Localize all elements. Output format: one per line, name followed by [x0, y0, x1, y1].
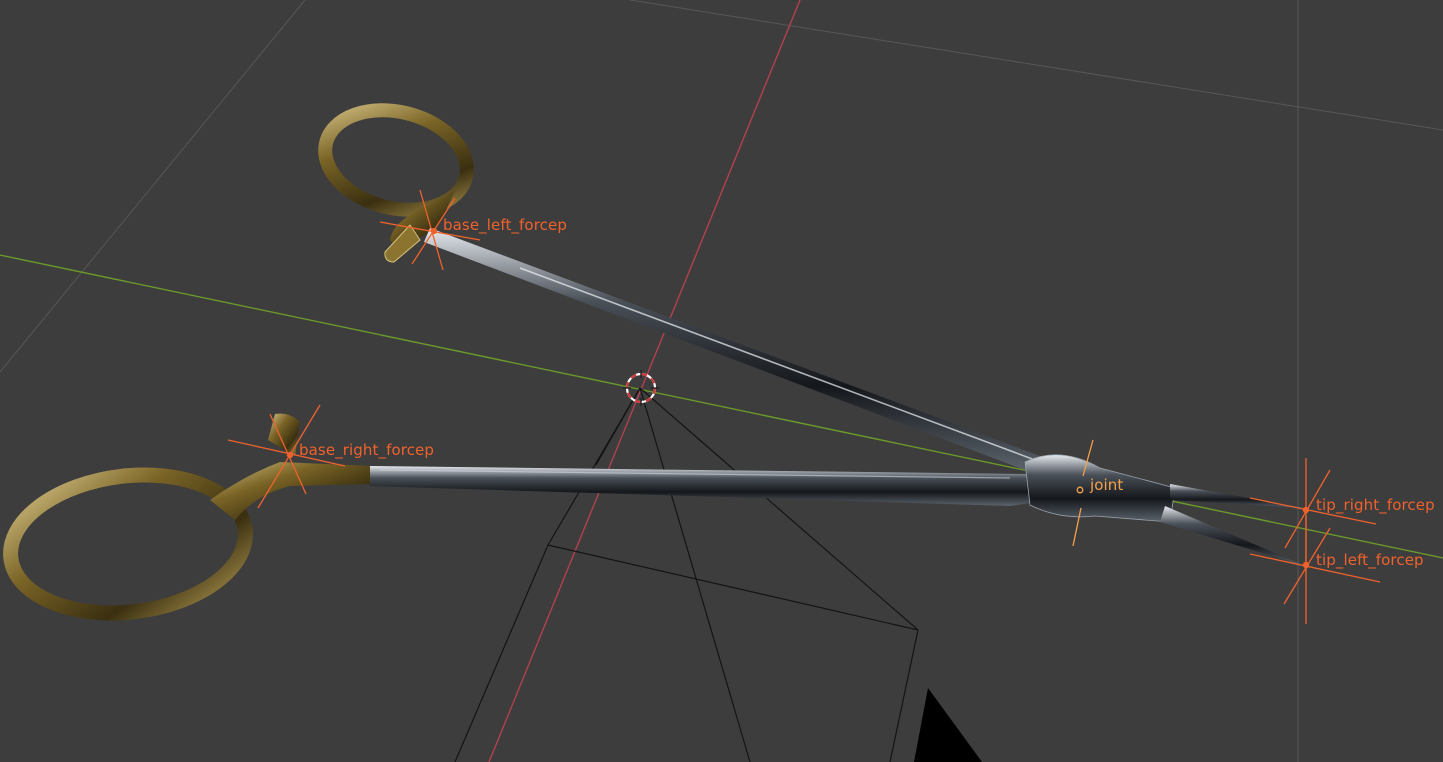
- right-arm-shaft: [370, 466, 1050, 506]
- lower-jaw: [1160, 506, 1305, 566]
- label-tip-right-forcep: tip_right_forcep: [1316, 496, 1435, 514]
- 3d-viewport[interactable]: base_left_forcep base_right_forcep joint…: [0, 0, 1443, 762]
- forceps-model[interactable]: [3, 96, 1305, 626]
- label-base-right-forcep: base_right_forcep: [299, 441, 434, 459]
- right-handle-ring: [3, 467, 253, 621]
- left-handle-ring: [318, 103, 474, 217]
- x-axis-line: [488, 0, 801, 762]
- left-arm-shaft: [424, 228, 1050, 472]
- label-joint: joint: [1090, 476, 1124, 494]
- label-tip-left-forcep: tip_left_forcep: [1316, 551, 1424, 569]
- camera-wireframe[interactable]: [454, 387, 919, 762]
- floor-grid: [0, 0, 1443, 762]
- y-axis-line: [0, 254, 1443, 559]
- right-handle-neck: [210, 462, 372, 520]
- empty-tip-left[interactable]: [1249, 516, 1381, 624]
- viewport-scene[interactable]: [0, 0, 1443, 762]
- label-base-left-forcep: base_left_forcep: [443, 216, 567, 234]
- camera-up-triangle: [914, 688, 982, 762]
